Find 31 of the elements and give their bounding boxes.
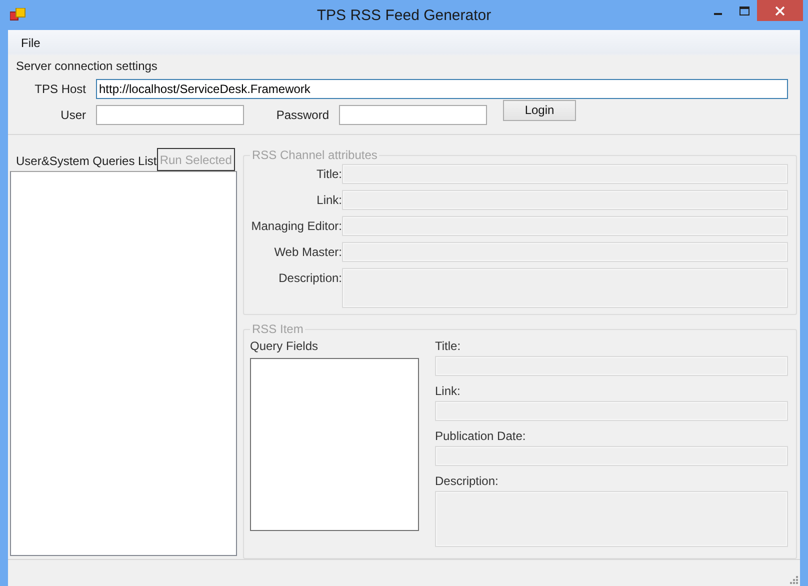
- group-title: RSS Channel attributes: [251, 148, 378, 162]
- field-label: Managing Editor:: [250, 218, 342, 235]
- menu-item[interactable]: File: [14, 34, 48, 52]
- app-icon: [10, 8, 26, 22]
- maximize-icon: [738, 6, 750, 16]
- group-title: RSS Item: [251, 322, 304, 336]
- host-field[interactable]: http://localhost/ServiceDesk.Framework: [96, 79, 788, 99]
- list-label: User&System Queries List: [16, 154, 157, 170]
- field-label: Link:: [435, 383, 462, 399]
- window-title: TPS RSS Feed Generator: [316, 7, 492, 24]
- field-label: Link:: [316, 192, 342, 209]
- queries-list[interactable]: [10, 171, 237, 556]
- query-fields-list[interactable]: [250, 358, 419, 531]
- field-label: TPS Host: [34, 82, 87, 96]
- section-title: Server connection settings: [16, 59, 158, 73]
- field-label: Title:: [435, 338, 462, 354]
- close-button[interactable]: [757, 0, 803, 21]
- field-label: Publication Date:: [435, 428, 527, 444]
- user-field[interactable]: [96, 105, 244, 125]
- field-label: Title:: [315, 166, 342, 183]
- resize-grip-icon: [788, 574, 798, 584]
- field-label: User: [60, 108, 87, 122]
- login-button[interactable]: Login: [503, 100, 576, 120]
- close-icon: [775, 6, 785, 16]
- field-label: Description:: [278, 270, 342, 287]
- field-label: Web Master:: [273, 244, 342, 261]
- field-label: Password: [275, 108, 330, 122]
- password-field[interactable]: [339, 105, 487, 125]
- field-label: Description:: [435, 473, 500, 489]
- minimize-icon: [714, 12, 722, 14]
- list-label: Query Fields: [250, 338, 320, 354]
